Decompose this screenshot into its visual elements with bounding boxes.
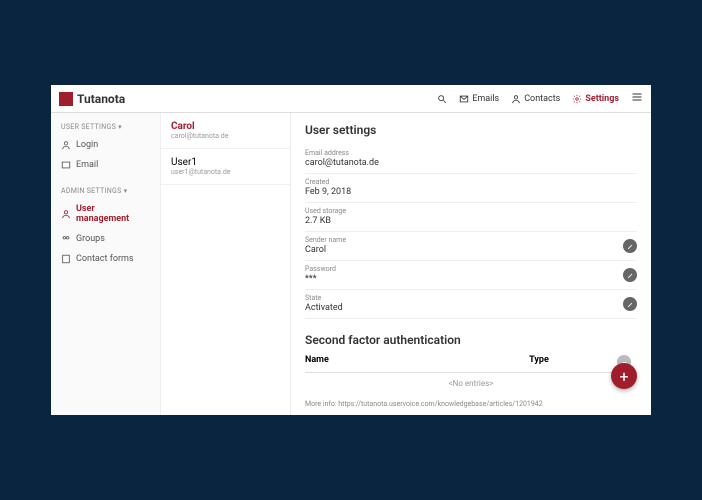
field-value: Carol — [305, 245, 637, 255]
app-window: Tutanota Emails Contacts Settings — [51, 85, 651, 415]
sidebar-item-login[interactable]: Login — [51, 135, 160, 155]
field-label: Password — [305, 265, 637, 273]
field-value: *** — [305, 274, 637, 284]
field-label: State — [305, 294, 637, 302]
nav-emails-label: Emails — [472, 94, 499, 104]
th-name: Name — [305, 355, 461, 369]
user-list: Carol carol@tutanota.de User1 user1@tuta… — [161, 113, 291, 415]
sidebar-item-contact-forms[interactable]: Contact forms — [51, 249, 160, 269]
user-list-item[interactable]: User1 user1@tutanota.de — [161, 149, 290, 185]
sidebar-item-groups[interactable]: Groups — [51, 229, 160, 249]
header: Tutanota Emails Contacts Settings — [51, 85, 651, 113]
pencil-icon — [627, 243, 634, 250]
second-factor-title: Second factor authentication — [305, 333, 637, 347]
search-icon — [437, 94, 447, 104]
field-state: State Activated — [305, 290, 637, 319]
person-icon — [511, 94, 521, 104]
field-label: Created — [305, 178, 637, 186]
user-name: User1 — [171, 157, 280, 168]
user-settings-title: User settings — [305, 123, 637, 137]
no-entries: <No entries> — [305, 373, 637, 394]
form-icon — [61, 254, 71, 264]
field-value: carol@tutanota.de — [305, 158, 637, 168]
brand-name: Tutanota — [77, 92, 125, 106]
more-info: More info: https://tutanota.uservoice.co… — [305, 400, 637, 408]
menu-button[interactable] — [631, 91, 643, 106]
user-list-item[interactable]: Carol carol@tutanota.de — [161, 113, 290, 149]
nav-settings-label: Settings — [585, 94, 619, 104]
field-sender-name: Sender name Carol — [305, 232, 637, 261]
mail-icon — [459, 94, 469, 104]
plus-icon: + — [619, 367, 628, 386]
sidebar-email-label: Email — [76, 160, 98, 170]
content: User settings Email address carol@tutano… — [291, 113, 651, 415]
main: USER SETTINGS ▾ Login Email ADMIN SETTIN… — [51, 113, 651, 415]
field-value: Feb 9, 2018 — [305, 187, 637, 197]
user-email: carol@tutanota.de — [171, 132, 280, 140]
sidebar-section-admin[interactable]: ADMIN SETTINGS ▾ — [51, 183, 160, 199]
table-header: Name Type — [305, 355, 637, 373]
gear-icon — [572, 94, 582, 104]
field-value: 2.7 KB — [305, 216, 637, 226]
sidebar: USER SETTINGS ▾ Login Email ADMIN SETTIN… — [51, 113, 161, 415]
sidebar-item-user-management[interactable]: User management — [51, 199, 160, 229]
edit-state-button[interactable] — [623, 297, 637, 311]
search-button[interactable] — [437, 94, 447, 104]
user-name: Carol — [171, 121, 280, 132]
field-email: Email address carol@tutanota.de — [305, 145, 637, 174]
field-value: Activated — [305, 303, 637, 313]
th-type: Type — [461, 355, 617, 369]
group-icon — [61, 234, 71, 244]
field-created: Created Feb 9, 2018 — [305, 174, 637, 203]
nav-contacts-label: Contacts — [524, 94, 560, 104]
pencil-icon — [627, 301, 634, 308]
sidebar-login-label: Login — [76, 140, 98, 150]
second-factor-section: Second factor authentication Name Type <… — [305, 333, 637, 408]
sidebar-section-user[interactable]: USER SETTINGS ▾ — [51, 119, 160, 135]
field-label: Used storage — [305, 207, 637, 215]
field-label: Email address — [305, 149, 637, 157]
logo: Tutanota — [59, 92, 125, 106]
pencil-icon — [627, 272, 634, 279]
field-password: Password *** — [305, 261, 637, 290]
nav-settings[interactable]: Settings — [572, 94, 619, 104]
edit-sender-button[interactable] — [623, 239, 637, 253]
user-email: user1@tutanota.de — [171, 168, 280, 176]
mail-icon — [61, 160, 71, 170]
field-storage: Used storage 2.7 KB — [305, 203, 637, 232]
field-label: Sender name — [305, 236, 637, 244]
person-icon — [61, 209, 71, 219]
logo-mark-icon — [59, 92, 73, 106]
nav-contacts[interactable]: Contacts — [511, 94, 560, 104]
sidebar-groups-label: Groups — [76, 234, 105, 244]
hamburger-icon — [631, 91, 643, 103]
sidebar-user-management-label: User management — [76, 204, 150, 224]
nav-emails[interactable]: Emails — [459, 94, 499, 104]
login-icon — [61, 140, 71, 150]
sidebar-item-email[interactable]: Email — [51, 155, 160, 175]
more-info-prefix: More info: — [305, 400, 338, 408]
add-button[interactable]: + — [611, 363, 637, 389]
sidebar-contact-forms-label: Contact forms — [76, 254, 134, 264]
more-info-link[interactable]: https://tutanota.uservoice.com/knowledge… — [338, 400, 542, 408]
edit-password-button[interactable] — [623, 268, 637, 282]
top-nav: Emails Contacts Settings — [437, 91, 643, 106]
